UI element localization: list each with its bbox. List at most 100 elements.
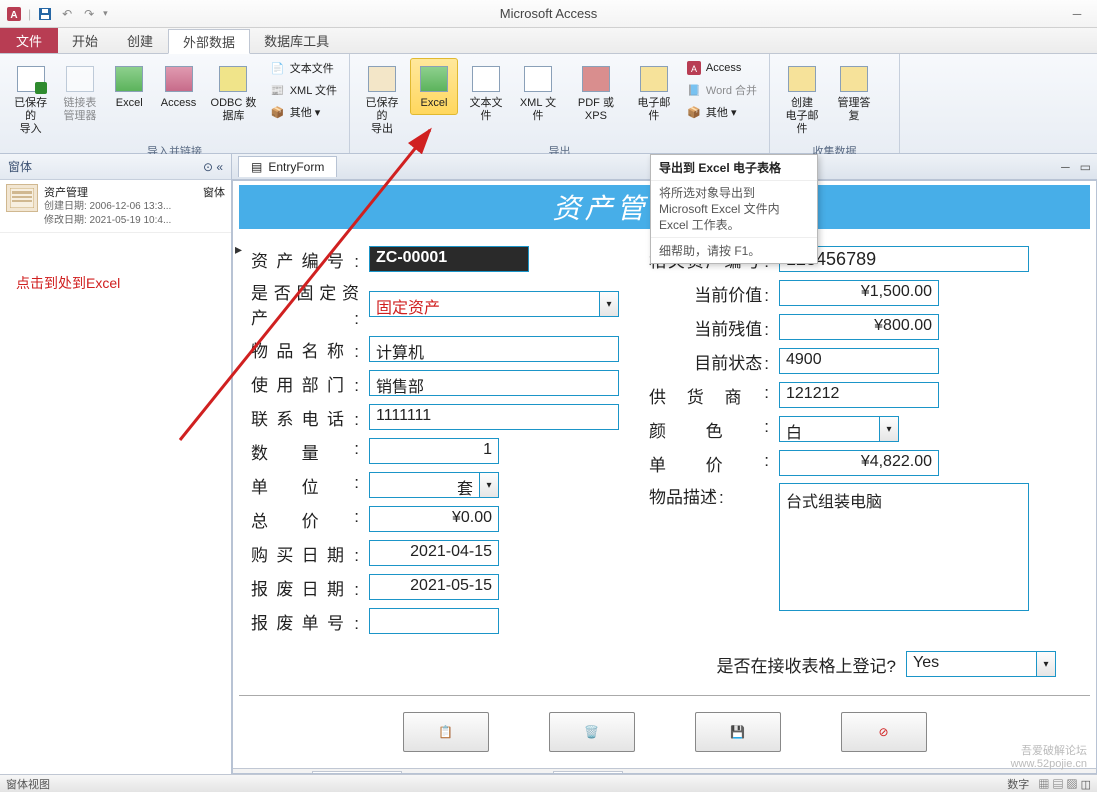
field-is-fixed[interactable]: 固定资产 — [369, 291, 599, 317]
label-cur-value: 当前价值: — [649, 281, 769, 306]
field-phone[interactable]: 1111111 — [369, 404, 619, 430]
form-surface: 资产管理数据库 ▸ 资产编号: ZC-00001 是否固定资产: 固定资产▾ 物… — [232, 180, 1097, 774]
save-record-button[interactable]: 💾 — [695, 712, 781, 752]
nav-next-icon[interactable]: ▶ — [406, 772, 424, 774]
field-vendor[interactable]: 121212 — [779, 382, 939, 408]
nav-item-modified: 修改日期: 2021-05-19 10:4... — [44, 214, 225, 228]
import-other-button[interactable]: 📦其他 ▾ — [266, 102, 341, 122]
field-unit[interactable]: 套 — [369, 472, 479, 498]
status-left: 窗体视图 — [6, 776, 50, 792]
import-odbc-button[interactable]: ODBC 数据库 — [205, 58, 262, 128]
field-total[interactable]: ¥0.00 — [369, 506, 499, 532]
excel-icon — [113, 63, 145, 95]
text-file-icon: 📄 — [270, 60, 286, 76]
minimize-button[interactable]: ─ — [1057, 0, 1097, 27]
tab-home[interactable]: 开始 — [58, 28, 113, 53]
import-excel-button[interactable]: Excel — [107, 58, 152, 115]
is-fixed-dropdown-icon[interactable]: ▾ — [599, 291, 619, 317]
doc-tabbar: ▤ EntryForm 导出到 Excel 电子表格 将所选对象导出到 Micr… — [232, 154, 1097, 180]
field-desc[interactable]: 台式组装电脑 — [779, 483, 1029, 611]
field-salvage[interactable]: ¥800.00 — [779, 314, 939, 340]
field-buy-date[interactable]: 2021-04-15 — [369, 540, 499, 566]
save-icon: 💾 — [730, 725, 745, 739]
field-item-name[interactable]: 计算机 — [369, 336, 619, 362]
other-icon: 📦 — [270, 104, 286, 120]
field-qty[interactable]: 1 — [369, 438, 499, 464]
export-excel-button[interactable]: Excel — [410, 58, 458, 115]
ribbon: 已保存的 导入 链接表 管理器 Excel Access ODBC 数据库 📄文… — [0, 54, 1097, 154]
nav-header[interactable]: 窗体 ⊙ « — [0, 154, 231, 180]
field-status[interactable]: 4900 — [779, 348, 939, 374]
access-app-icon: A — [6, 6, 22, 22]
nav-item-type: 窗体 — [203, 184, 225, 200]
registered-dropdown-icon[interactable]: ▾ — [1036, 651, 1056, 677]
saved-exports-icon — [366, 63, 398, 95]
excel-export-icon — [418, 63, 450, 95]
label-scrap-no: 报废单号: — [251, 609, 359, 634]
field-color[interactable]: 白 — [779, 416, 879, 442]
import-access-button[interactable]: Access — [156, 58, 201, 115]
link-manager-button[interactable]: 链接表 管理器 — [57, 58, 102, 128]
nav-item-asset-form[interactable]: 资产管理窗体 创建日期: 2006-12-06 13:3... 修改日期: 20… — [0, 180, 231, 233]
delete-button[interactable]: 🗑️ — [549, 712, 635, 752]
file-tab[interactable]: 文件 — [0, 28, 58, 53]
field-scrap-date[interactable]: 2021-05-15 — [369, 574, 499, 600]
tab-database-tools[interactable]: 数据库工具 — [250, 28, 344, 53]
tab-external-data[interactable]: 外部数据 — [168, 29, 250, 54]
manage-replies-button[interactable]: 管理答复 — [830, 58, 878, 128]
export-excel-tooltip: 导出到 Excel 电子表格 将所选对象导出到 Microsoft Excel … — [650, 154, 818, 264]
manage-replies-icon — [838, 63, 870, 95]
export-text-button[interactable]: 文本文件 — [462, 58, 510, 128]
unit-dropdown-icon[interactable]: ▾ — [479, 472, 499, 498]
nav-label: 记录: — [239, 771, 264, 775]
import-text-button[interactable]: 📄文本文件 — [266, 58, 341, 78]
doc-restore-icon[interactable]: ▭ — [1080, 160, 1091, 174]
link-manager-icon — [64, 63, 96, 95]
color-dropdown-icon[interactable]: ▾ — [879, 416, 899, 442]
form-tab-icon: ▤ — [251, 160, 262, 174]
nav-search[interactable] — [553, 771, 623, 775]
tab-create[interactable]: 创建 — [113, 28, 168, 53]
odbc-icon — [217, 63, 249, 95]
save-icon[interactable] — [37, 6, 53, 22]
nav-prev-icon[interactable]: ◀ — [290, 772, 308, 774]
label-qty: 数量: — [251, 439, 359, 464]
doc-tab-entryform[interactable]: ▤ EntryForm — [238, 156, 337, 177]
nav-position[interactable] — [312, 771, 402, 775]
field-dept[interactable]: 销售部 — [369, 370, 619, 396]
field-cur-value[interactable]: ¥1,500.00 — [779, 280, 939, 306]
export-pdf-button[interactable]: PDF 或 XPS — [566, 58, 626, 128]
record-selector-icon[interactable]: ▸ — [235, 241, 242, 258]
field-price[interactable]: ¥4,822.00 — [779, 450, 939, 476]
create-email-button[interactable]: 创建 电子邮件 — [778, 58, 826, 141]
saved-exports-button[interactable]: 已保存的 导出 — [358, 58, 406, 141]
field-asset-no[interactable]: ZC-00001 — [369, 246, 529, 272]
import-xml-button[interactable]: 📰XML 文件 — [266, 80, 341, 100]
undo-icon[interactable]: ↶ — [59, 6, 75, 22]
export-email-button[interactable]: 电子邮件 — [630, 58, 678, 128]
doc-minimize-icon[interactable]: ─ — [1061, 160, 1070, 174]
nav-last-icon[interactable]: ⏭ — [428, 772, 446, 774]
cancel-button[interactable]: ⊘ — [841, 712, 927, 752]
nav-collapse-icon[interactable]: ⊙ « — [203, 160, 223, 174]
export-other-button[interactable]: 📦其他 ▾ — [682, 102, 761, 122]
field-scrap-no[interactable] — [369, 608, 499, 634]
access-icon — [163, 63, 195, 95]
export-word-button[interactable]: 📘Word 合并 — [682, 80, 761, 100]
paste-button[interactable]: 📋 — [403, 712, 489, 752]
xml-export-icon — [522, 63, 554, 95]
label-unit: 单位: — [251, 473, 359, 498]
label-status: 目前状态: — [649, 349, 769, 374]
nav-first-icon[interactable]: ⏮ — [268, 772, 286, 774]
field-registered[interactable]: Yes — [906, 651, 1036, 677]
export-xml-button[interactable]: XML 文件 — [514, 58, 562, 128]
word-icon: 📘 — [686, 82, 702, 98]
text-export-icon — [470, 63, 502, 95]
saved-imports-button[interactable]: 已保存的 导入 — [8, 58, 53, 141]
svg-text:A: A — [691, 64, 697, 74]
nav-new-icon[interactable]: ▶* — [450, 772, 468, 774]
quick-access-toolbar: A | ↶ ↷ ▾ — [0, 6, 114, 22]
qat-dropdown-icon[interactable]: ▾ — [103, 8, 108, 19]
export-access-button[interactable]: AAccess — [682, 58, 761, 78]
redo-icon[interactable]: ↷ — [81, 6, 97, 22]
